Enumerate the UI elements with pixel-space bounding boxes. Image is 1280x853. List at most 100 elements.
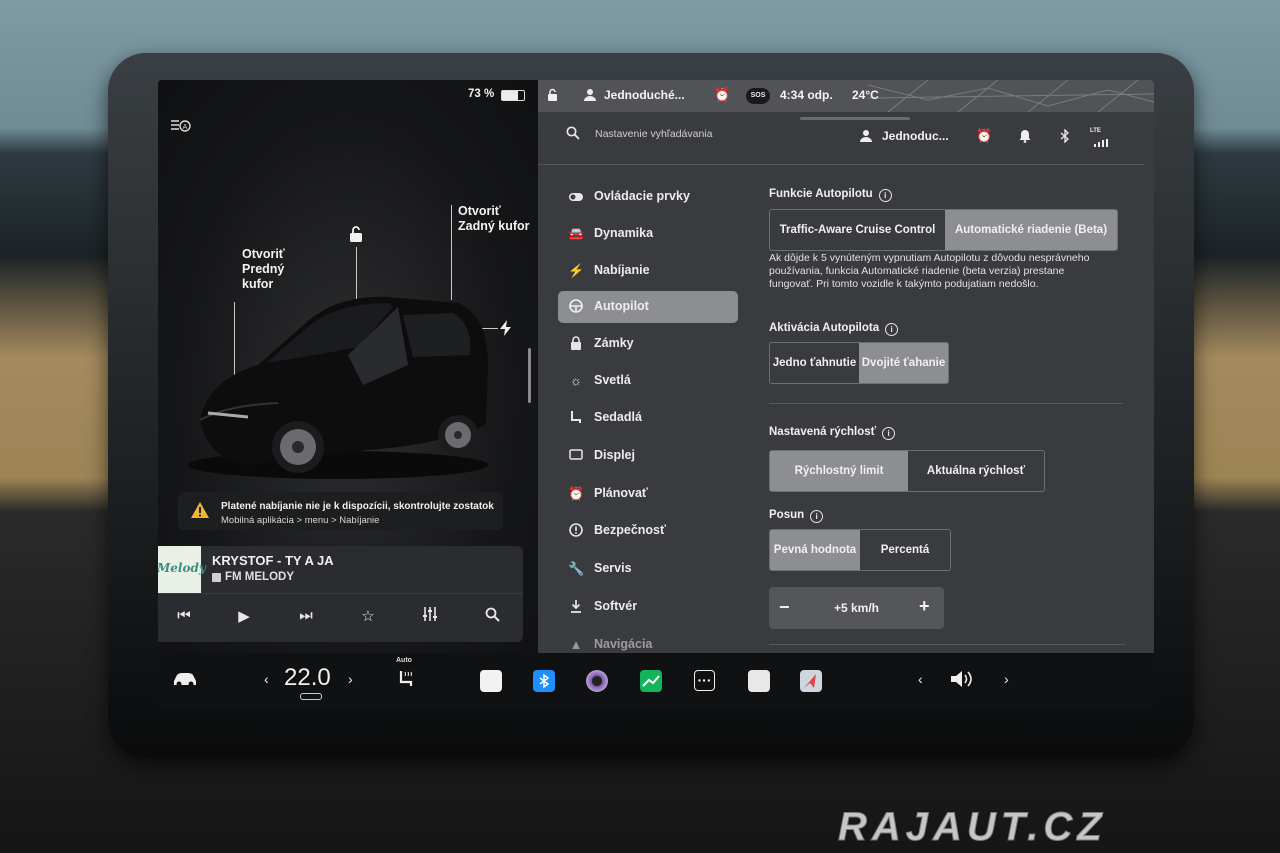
equalizer-icon[interactable] [418,607,442,625]
status-map-bar: Jednoduché... ⏰ SOS 4:34 odp. 24°C [538,80,1154,112]
menu-item-autopilot[interactable]: Autopilot [558,291,738,323]
front-trunk-label-1: Otvoriť [242,247,285,261]
option-autosteer-beta[interactable]: Automatické riadenie (Beta) [945,210,1117,250]
bluetooth-icon[interactable] [1060,128,1070,148]
option-fixed-value[interactable]: Pevná hodnota [770,530,860,570]
outside-temperature: 24°C [852,88,879,102]
charging-warning[interactable]: Platené nabíjanie nie je k dispozícii, s… [178,492,503,530]
option-single-pull[interactable]: Jedno ťahnutie [770,343,859,383]
app-navigation-icon[interactable] [800,670,822,692]
info-icon[interactable]: i [882,427,896,440]
temp-increase-button[interactable]: › [348,671,353,687]
lte-signal-icon: LTE [1090,128,1110,152]
sos-badge[interactable]: SOS [746,88,770,104]
set-speed-label: Nastavená rýchlosť [769,426,877,438]
info-icon[interactable]: i [885,323,899,336]
menu-label: Displej [594,448,635,462]
lock-icon [568,336,584,352]
radio-icon [212,573,221,582]
previous-track-button[interactable]: ⏮ [172,607,196,624]
menu-label: Zámky [594,336,634,350]
warning-line-2: Mobilná aplikácia > menu > Nabíjanie [221,515,380,526]
search-icon[interactable] [566,126,580,145]
map-background [868,80,1154,112]
car-icon[interactable] [172,671,198,692]
notification-bell-icon[interactable] [1019,129,1031,148]
station-logo: Melody [158,546,206,593]
volume-icon[interactable] [949,669,975,694]
alarm-status-icon: ⏰ [714,87,731,102]
favorite-star-icon[interactable]: ☆ [356,607,380,625]
autopilot-activation-title: Aktivácia Autopilota i [769,322,899,336]
clock-time: 4:34 odp. [780,88,833,102]
volume-decrease-button[interactable]: ‹ [918,671,923,687]
seat-icon [568,410,584,426]
header-profile-name[interactable]: Jednoduc... [882,129,949,143]
car-icon: 🚘 [568,226,585,241]
seat-heater-icon[interactable] [398,669,414,694]
topbar-profile-name[interactable]: Jednoduché... [604,88,685,102]
alarm-clock-icon[interactable]: ⏰ [976,128,992,144]
offset-value: +5 km/h [833,601,880,615]
app-energy-icon[interactable] [640,670,662,692]
menu-item-seats[interactable]: Sedadlá [558,402,738,434]
menu-item-display[interactable]: Displej [558,440,738,472]
menu-item-dynamics[interactable]: 🚘 Dynamika [558,218,738,250]
menu-item-charging[interactable]: ⚡ Nabíjanie [558,255,738,287]
settings-panel: Jednoduché... ⏰ SOS 4:34 odp. 24°C Nasta… [538,80,1154,653]
next-track-button[interactable]: ⏭ [294,607,318,624]
app-calendar-icon[interactable] [480,670,502,692]
autopilot-features-title: Funkcie Autopilotu i [769,188,892,202]
option-percentage[interactable]: Percentá [860,530,950,570]
menu-item-controls[interactable]: Ovládacie prvky [558,181,738,213]
app-camera-icon[interactable] [586,670,608,692]
option-traffic-aware-cruise-control[interactable]: Traffic-Aware Cruise Control [770,210,945,250]
app-manual-icon[interactable] [748,670,770,692]
menu-item-lights[interactable]: ☼ Svetlá [558,365,738,397]
menu-label: Plánovať [594,486,648,500]
header-divider [538,164,1144,165]
autopilot-activation-selector: Jedno ťahnutie Dvojité ťahanie [769,342,949,384]
offset-selector: Pevná hodnota Percentá [769,529,951,571]
unlocked-status-icon[interactable] [546,88,560,107]
sun-icon: ☼ [570,373,582,388]
menu-label: Dynamika [594,226,654,240]
info-icon[interactable]: i [810,510,824,523]
offset-label: Posun [769,509,805,521]
charge-port-icon[interactable] [499,320,513,341]
search-input[interactable]: Nastavenie vyhľadávania [595,128,712,140]
option-current-speed[interactable]: Aktuálna rýchlosť [908,451,1044,491]
play-button[interactable]: ▶ [232,607,256,625]
media-search-icon[interactable] [480,607,504,626]
settings-menu: Ovládacie prvky 🚘 Dynamika ⚡ Nabíjanie A… [538,180,758,653]
menu-item-locks[interactable]: Zámky [558,328,738,360]
station-name: FM MELODY [225,571,294,583]
offset-title: Posun i [769,509,824,523]
bottom-bar: ‹ 22.0 › Auto ··· ‹ › [158,653,1154,708]
display-icon [568,448,584,464]
scroll-indicator [528,348,531,403]
unlock-icon[interactable] [347,225,365,248]
cabin-temperature[interactable]: 22.0 [284,664,331,692]
menu-item-schedule[interactable]: ⏰ Plánovať [558,478,738,510]
menu-label: Bezpečnosť [594,523,666,537]
option-double-pull[interactable]: Dvojité ťahanie [859,343,948,383]
toggle-icon [568,189,584,205]
open-rear-trunk-button[interactable]: Otvoriť Zadný kufor [458,204,530,234]
watermark: RAJAUT.CZ [838,805,1107,850]
section-divider [769,403,1123,404]
volume-increase-button[interactable]: › [1004,671,1009,687]
panel-handle[interactable] [800,117,910,120]
increase-offset-button[interactable]: + [919,596,930,617]
info-icon[interactable]: i [878,189,892,202]
autopilot-visual-icon[interactable]: A [170,118,192,137]
temp-decrease-button[interactable]: ‹ [264,671,269,687]
more-apps-icon[interactable]: ··· [694,670,715,691]
rear-trunk-label-2: Zadný kufor [458,219,530,233]
menu-item-service[interactable]: 🔧 Servis [558,553,738,585]
warning-icon [190,501,210,524]
menu-item-safety[interactable]: Bezpečnosť [558,515,738,547]
option-speed-limit[interactable]: Rýchlostný limit [770,451,908,491]
menu-item-software[interactable]: Softvér [558,591,738,623]
app-bluetooth-icon[interactable] [533,670,555,692]
